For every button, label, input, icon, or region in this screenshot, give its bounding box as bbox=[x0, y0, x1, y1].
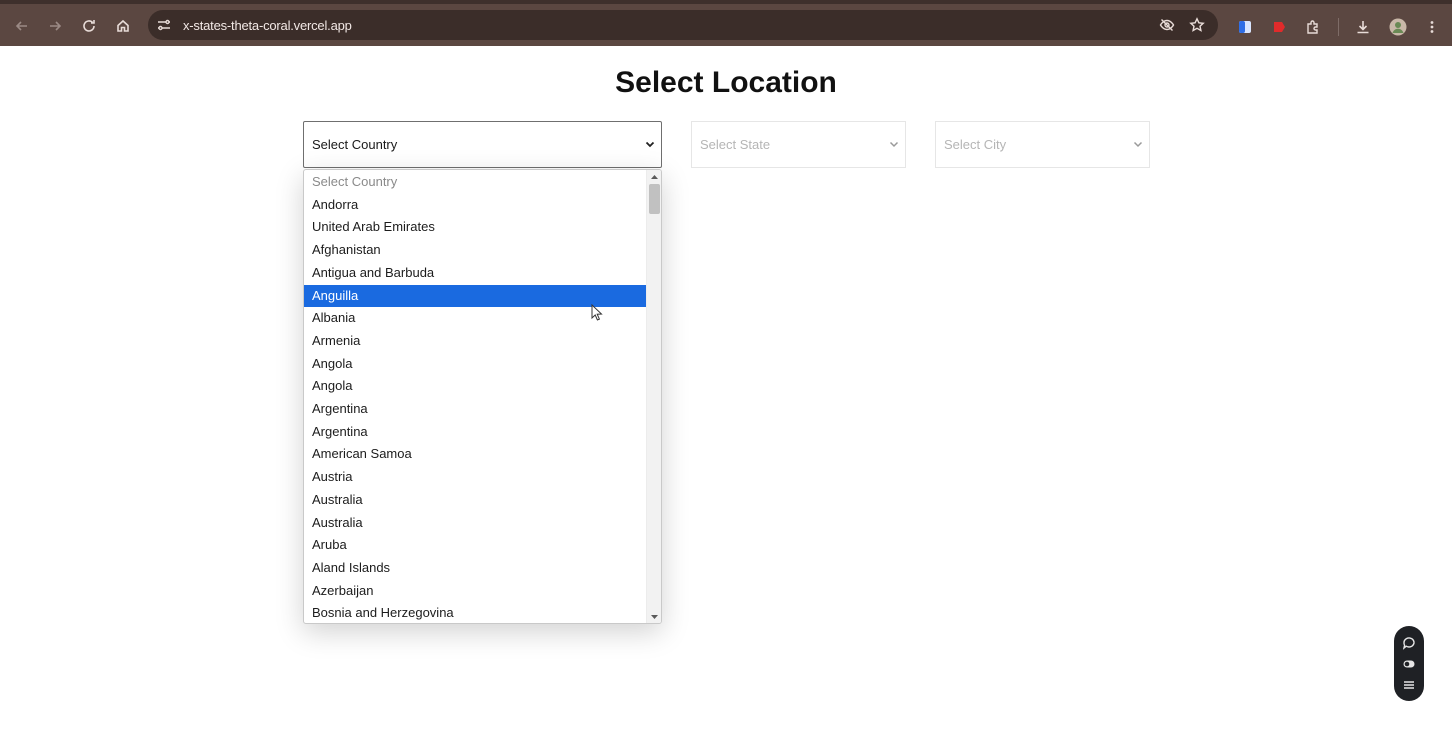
floating-widget bbox=[1394, 626, 1424, 701]
list-icon[interactable] bbox=[1402, 678, 1416, 692]
home-icon[interactable] bbox=[110, 13, 136, 39]
scroll-up-icon[interactable] bbox=[650, 173, 659, 181]
address-bar[interactable]: x-states-theta-coral.vercel.app bbox=[148, 10, 1218, 40]
country-option[interactable]: Australia bbox=[304, 489, 646, 512]
country-option[interactable]: American Samoa bbox=[304, 443, 646, 466]
country-option[interactable]: Bosnia and Herzegovina bbox=[304, 602, 646, 623]
download-icon[interactable] bbox=[1355, 19, 1371, 35]
menu-kebab-icon[interactable] bbox=[1424, 19, 1440, 35]
browser-toolbar: x-states-theta-coral.vercel.app bbox=[0, 0, 1452, 46]
chat-bubble-icon[interactable] bbox=[1402, 636, 1416, 650]
profile-avatar[interactable] bbox=[1389, 18, 1407, 36]
page-content: Select Location Select Country Select St… bbox=[0, 46, 1452, 736]
country-select[interactable]: Select Country bbox=[303, 121, 662, 168]
country-option[interactable]: Armenia bbox=[304, 330, 646, 353]
url-text: x-states-theta-coral.vercel.app bbox=[183, 18, 352, 33]
country-option[interactable]: Angola bbox=[304, 375, 646, 398]
country-option[interactable]: Andorra bbox=[304, 194, 646, 217]
mouse-cursor-icon bbox=[591, 304, 603, 321]
country-option[interactable]: Australia bbox=[304, 512, 646, 535]
scroll-down-icon[interactable] bbox=[650, 613, 659, 621]
extensions-puzzle-icon[interactable] bbox=[1305, 19, 1321, 35]
country-option[interactable]: Austria bbox=[304, 466, 646, 489]
city-select[interactable]: Select City bbox=[935, 121, 1150, 168]
country-dropdown-list[interactable]: Select Country Andorra United Arab Emirate… bbox=[303, 169, 662, 624]
eye-off-icon[interactable] bbox=[1159, 17, 1175, 33]
scroll-thumb[interactable] bbox=[649, 184, 660, 214]
city-select-value: Select City bbox=[944, 137, 1007, 152]
country-option[interactable]: Aland Islands bbox=[304, 557, 646, 580]
state-select[interactable]: Select State bbox=[691, 121, 906, 168]
dropdown-scrollbar[interactable] bbox=[646, 170, 661, 623]
toolbar-divider bbox=[1338, 18, 1339, 36]
extension-red-icon[interactable] bbox=[1271, 19, 1287, 35]
country-option[interactable]: United Arab Emirates bbox=[304, 216, 646, 239]
country-option[interactable]: Aruba bbox=[304, 534, 646, 557]
toggle-icon[interactable] bbox=[1402, 657, 1416, 671]
extension-blue-icon[interactable] bbox=[1237, 19, 1253, 35]
forward-arrow-icon[interactable] bbox=[42, 13, 68, 39]
reload-icon[interactable] bbox=[76, 13, 102, 39]
country-select-value: Select Country bbox=[312, 137, 398, 152]
chevron-down-icon bbox=[1133, 141, 1143, 148]
country-option-placeholder[interactable]: Select Country bbox=[304, 171, 646, 194]
country-option[interactable]: Afghanistan bbox=[304, 239, 646, 262]
country-option[interactable]: Argentina bbox=[304, 421, 646, 444]
country-option[interactable]: Azerbaijan bbox=[304, 580, 646, 603]
country-option[interactable]: Argentina bbox=[304, 398, 646, 421]
bookmark-star-icon[interactable] bbox=[1189, 17, 1205, 33]
site-info-icon[interactable] bbox=[156, 17, 172, 33]
country-option[interactable]: Angola bbox=[304, 353, 646, 376]
state-select-value: Select State bbox=[700, 137, 771, 152]
chevron-down-icon bbox=[889, 141, 899, 148]
country-option[interactable]: Antigua and Barbuda bbox=[304, 262, 646, 285]
back-arrow-icon[interactable] bbox=[9, 13, 35, 39]
page-title: Select Location bbox=[615, 66, 837, 99]
chevron-down-icon bbox=[645, 141, 655, 148]
